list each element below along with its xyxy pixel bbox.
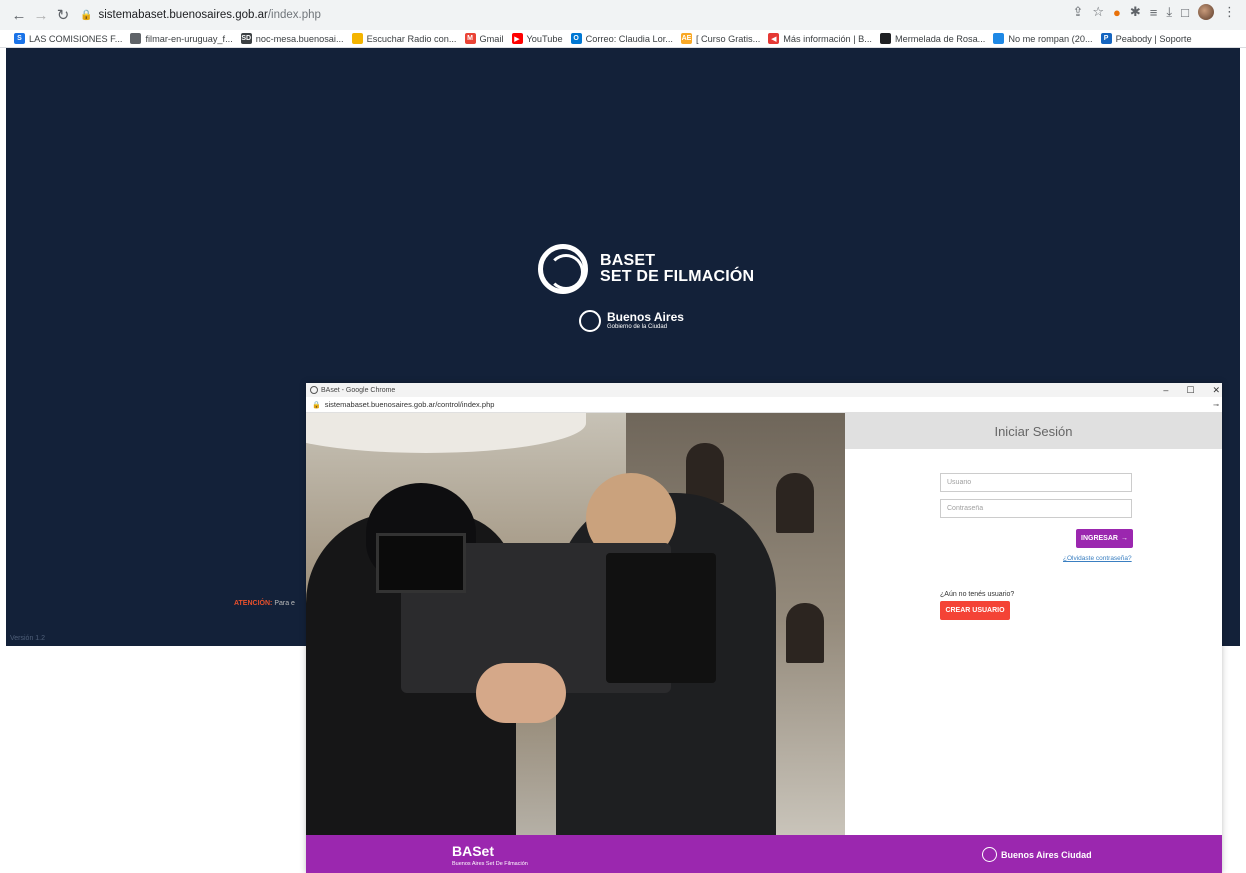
window-title-bar: BAset - Google Chrome – ☐ ✕ [306, 383, 1222, 397]
back-arrow-icon[interactable]: ← [8, 4, 30, 26]
bookmark-label: Peabody | Soporte [1115, 33, 1192, 44]
bookmark-item[interactable]: filmar-en-uruguay_f... [130, 33, 233, 44]
bookmark-item[interactable]: No me rompan (20... [993, 33, 1093, 44]
bookmark-label: noc-mesa.buenosai... [255, 33, 344, 44]
bookmark-favicon-icon: M [464, 33, 476, 44]
footer-ba-logo: Buenos Aires Ciudad [982, 847, 1092, 862]
ba-logo-name: Buenos Aires [607, 310, 684, 324]
bookmark-favicon-icon [993, 33, 1005, 44]
url-host: sistemabaset.buenosaires.gob.ar [98, 9, 268, 21]
bookmark-favicon-icon: O [570, 33, 582, 44]
atencion-notice: ATENCIÓN: Para e [234, 600, 295, 607]
bookmark-favicon-icon [351, 33, 363, 44]
bookmark-item[interactable]: ◀ Más información | B... [768, 33, 872, 44]
bookmark-favicon-icon [130, 33, 142, 44]
chrome-favicon [310, 386, 318, 394]
ba-logo-sub: Gobierno de la Ciudad [607, 324, 668, 330]
bookmark-item[interactable]: Escuchar Radio con... [351, 33, 457, 44]
close-icon[interactable]: ✕ [1212, 385, 1220, 396]
forgot-password-link[interactable]: ¿Olvidaste contraseña? [1063, 555, 1132, 562]
fg-url: sistemabaset.buenosaires.gob.ar/control/… [324, 400, 495, 409]
bookmark-label: YouTube [526, 33, 563, 44]
browser-toolbar: ← → ↻ 🔒 sistemabaset.buenosaires.gob.ar /… [0, 0, 1246, 30]
puzzle-icon[interactable]: ✱ [1130, 4, 1141, 20]
baset-ring-icon [538, 244, 588, 294]
bookmark-favicon-icon: SD [240, 33, 252, 44]
reading-list-icon[interactable]: ≡ [1150, 5, 1158, 20]
menu-icon[interactable]: ⋮ [1223, 4, 1236, 20]
login-form: INGRESAR → ¿Olvidaste contraseña? ¿Aún n… [845, 449, 1222, 835]
atencion-label: ATENCIÓN: [234, 600, 273, 607]
city-seal-icon [579, 310, 601, 332]
ingresar-label: INGRESAR [1081, 535, 1118, 542]
login-header: Iniciar Sesión [845, 413, 1222, 449]
bookmark-item[interactable]: AE[ Curso Gratis... [680, 33, 761, 44]
address-bar[interactable]: 🔒 sistemabaset.buenosaires.gob.ar/index.… [80, 4, 321, 26]
bookmark-item[interactable]: M Gmail [464, 33, 504, 44]
footer-subtitle: Buenos Aires Set De Filmación [452, 861, 528, 867]
url-path: /index.php [267, 9, 321, 21]
site-footer: BASet Buenos Aires Set De Filmación Buen… [306, 835, 1222, 873]
buenos-aires-logo: Buenos Aires Gobierno de la Ciudad [579, 310, 684, 332]
no-user-text: ¿Aún no tenés usuario? [940, 591, 1015, 598]
download-icon[interactable]: ⤓ [1166, 4, 1172, 20]
logo-line-2: SET DE FILMACIÓN [600, 268, 755, 285]
bookmark-item[interactable]: Mermelada de Rosa... [879, 33, 986, 44]
foreground-browser-window: BAset - Google Chrome – ☐ ✕ 🔒 sistemabas… [306, 383, 1222, 873]
baset-logo: BASET SET DE FILMACIÓN [538, 244, 754, 294]
film-crew-photo [306, 413, 845, 835]
bookmark-item[interactable]: P Peabody | Soporte [1100, 33, 1192, 44]
toolbar-actions: ⇪ ☆ ● ✱ ≡ ⤓ □ ⋮ [1072, 4, 1236, 20]
bookmarks-bar: S LAS COMISIONES F... filmar-en-uruguay_f.… [0, 30, 1246, 48]
lock-icon: 🔒 [80, 9, 93, 21]
window-controls: – ☐ ✕ [1163, 383, 1220, 397]
bookmark-label: filmar-en-uruguay_f... [145, 33, 233, 44]
crear-usuario-button[interactable]: CREAR USUARIO [940, 601, 1010, 620]
ingresar-button[interactable]: INGRESAR → [1076, 529, 1133, 548]
extension-fire-icon[interactable]: ● [1113, 5, 1121, 20]
arrow-right-icon: → [1120, 535, 1128, 542]
maximize-icon[interactable]: ☐ [1186, 385, 1194, 396]
bookmark-favicon-icon: P [1100, 33, 1112, 44]
bookmark-item[interactable]: ▶ YouTube [511, 33, 563, 44]
minimize-icon[interactable]: – [1163, 385, 1168, 395]
star-icon[interactable]: ☆ [1092, 4, 1104, 20]
forward-arrow-icon[interactable]: → [30, 4, 52, 26]
bookmark-label: Gmail [479, 33, 504, 44]
bookmark-label: LAS COMISIONES F... [29, 33, 123, 44]
bookmark-favicon-icon: S [14, 33, 25, 44]
password-input[interactable] [940, 499, 1132, 518]
footer-ba-name: Buenos Aires Ciudad [1001, 849, 1092, 860]
side-panel-icon[interactable]: □ [1181, 5, 1189, 20]
fg-address-bar[interactable]: 🔒 sistemabaset.buenosaires.gob.ar/contro… [306, 397, 1222, 413]
lock-icon: 🔒 [312, 401, 321, 409]
profile-avatar[interactable] [1198, 4, 1214, 20]
login-title: Iniciar Sesión [994, 423, 1073, 439]
logo-line-1: BASET [600, 252, 656, 269]
bookmark-item[interactable]: S LAS COMISIONES F... [14, 33, 122, 44]
bookmark-item[interactable]: SD noc-mesa.buenosai... [240, 33, 344, 44]
usuario-input[interactable] [940, 473, 1132, 492]
bookmark-favicon-icon: AE [680, 33, 692, 44]
bookmark-label: Mermelada de Rosa... [894, 33, 986, 44]
atencion-text: Para e [272, 600, 295, 607]
bookmark-favicon-icon: ◀ [768, 33, 780, 44]
bookmark-label: No me rompan (20... [1008, 33, 1093, 44]
bookmark-favicon-icon [879, 33, 891, 44]
window-title: BAset - Google Chrome [321, 386, 396, 394]
bookmark-label: Escuchar Radio con... [366, 33, 457, 44]
share-icon[interactable]: ⇪ [1072, 4, 1083, 20]
city-seal-icon [982, 847, 997, 862]
bookmark-favicon-icon: ▶ [511, 33, 523, 44]
bookmark-label: [ Curso Gratis... [695, 33, 761, 44]
footer-brand: BASet [452, 843, 495, 859]
reload-icon[interactable]: ↻ [52, 4, 74, 26]
version-label: Versión 1.2 [10, 635, 46, 642]
bookmark-label: Más información | B... [783, 33, 872, 44]
bookmark-item[interactable]: O Correo: Claudia Lor... [570, 33, 673, 44]
bookmark-label: Correo: Claudia Lor... [585, 33, 673, 44]
key-icon[interactable]: ⊸ [1213, 401, 1219, 409]
